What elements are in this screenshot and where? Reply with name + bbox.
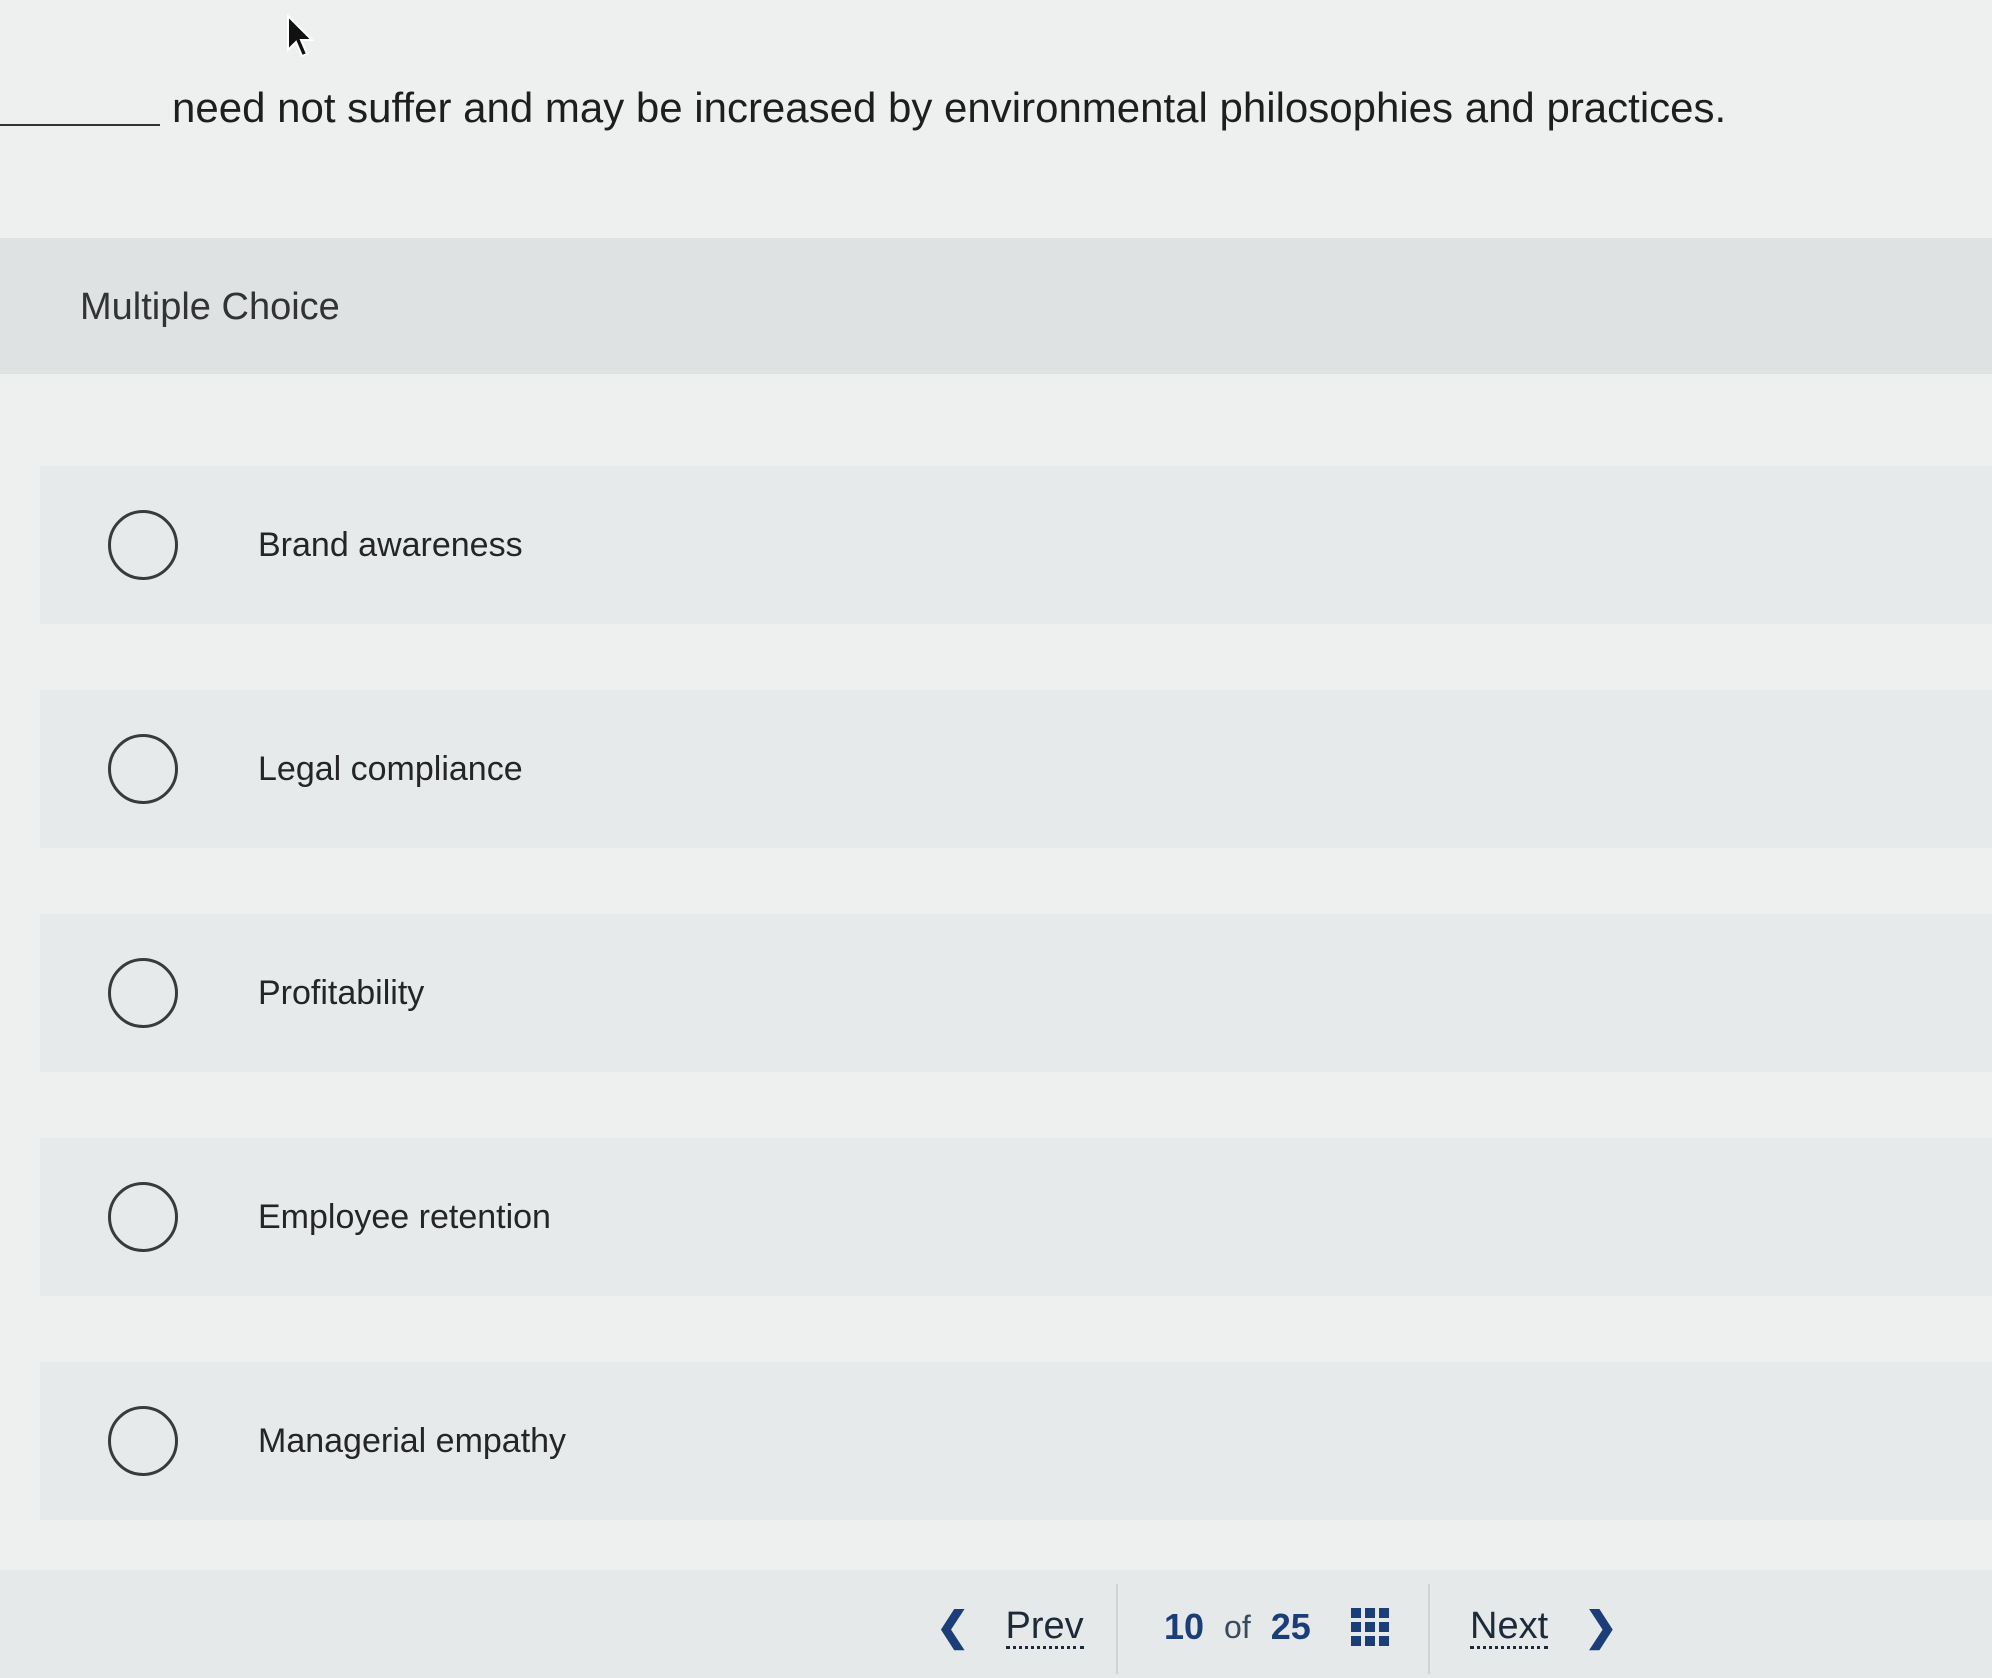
radio-button[interactable] xyxy=(108,1182,178,1252)
mouse-pointer-icon xyxy=(287,14,315,58)
option-label: Legal compliance xyxy=(258,749,523,788)
question-type-title: Multiple Choice xyxy=(80,286,340,328)
prev-label: Prev xyxy=(1005,1604,1084,1649)
option-label: Profitability xyxy=(258,973,425,1012)
total-pages: 25 xyxy=(1270,1606,1311,1647)
answer-blank xyxy=(0,84,160,126)
option-brand-awareness[interactable]: Brand awareness xyxy=(40,466,1992,624)
grid-icon[interactable] xyxy=(1350,1608,1389,1646)
option-label: Employee retention xyxy=(258,1197,551,1236)
radio-button[interactable] xyxy=(108,734,178,804)
question-text: need not suffer and may be increased by … xyxy=(172,84,1727,131)
radio-button[interactable] xyxy=(108,1406,178,1476)
divider xyxy=(1428,1584,1430,1674)
option-label: Brand awareness xyxy=(258,525,523,564)
navigation-footer: ❮ Prev 10 of 25 Next ❯ xyxy=(0,1570,1992,1678)
option-employee-retention[interactable]: Employee retention xyxy=(40,1138,1992,1296)
prev-button[interactable]: ❮ Prev xyxy=(936,1604,1084,1650)
chevron-left-icon: ❮ xyxy=(936,1605,970,1649)
option-managerial-empathy[interactable]: Managerial empathy xyxy=(40,1362,1992,1520)
page-indicator: 10 of 25 xyxy=(1164,1606,1389,1648)
question-type-header: Multiple Choice xyxy=(0,238,1992,374)
option-profitability[interactable]: Profitability xyxy=(40,914,1992,1072)
chevron-right-icon: ❯ xyxy=(1584,1605,1618,1649)
next-button[interactable]: Next ❯ xyxy=(1470,1604,1618,1650)
option-label: Managerial empathy xyxy=(258,1421,567,1460)
answer-options: Brand awareness Legal compliance Profita… xyxy=(40,466,1992,1586)
radio-button[interactable] xyxy=(108,510,178,580)
divider xyxy=(1116,1584,1118,1674)
question-block: need not suffer and may be increased by … xyxy=(0,40,1992,240)
radio-button[interactable] xyxy=(108,958,178,1028)
next-label: Next xyxy=(1470,1604,1549,1649)
option-legal-compliance[interactable]: Legal compliance xyxy=(40,690,1992,848)
of-label: of xyxy=(1224,1608,1251,1645)
current-page: 10 xyxy=(1164,1606,1205,1647)
